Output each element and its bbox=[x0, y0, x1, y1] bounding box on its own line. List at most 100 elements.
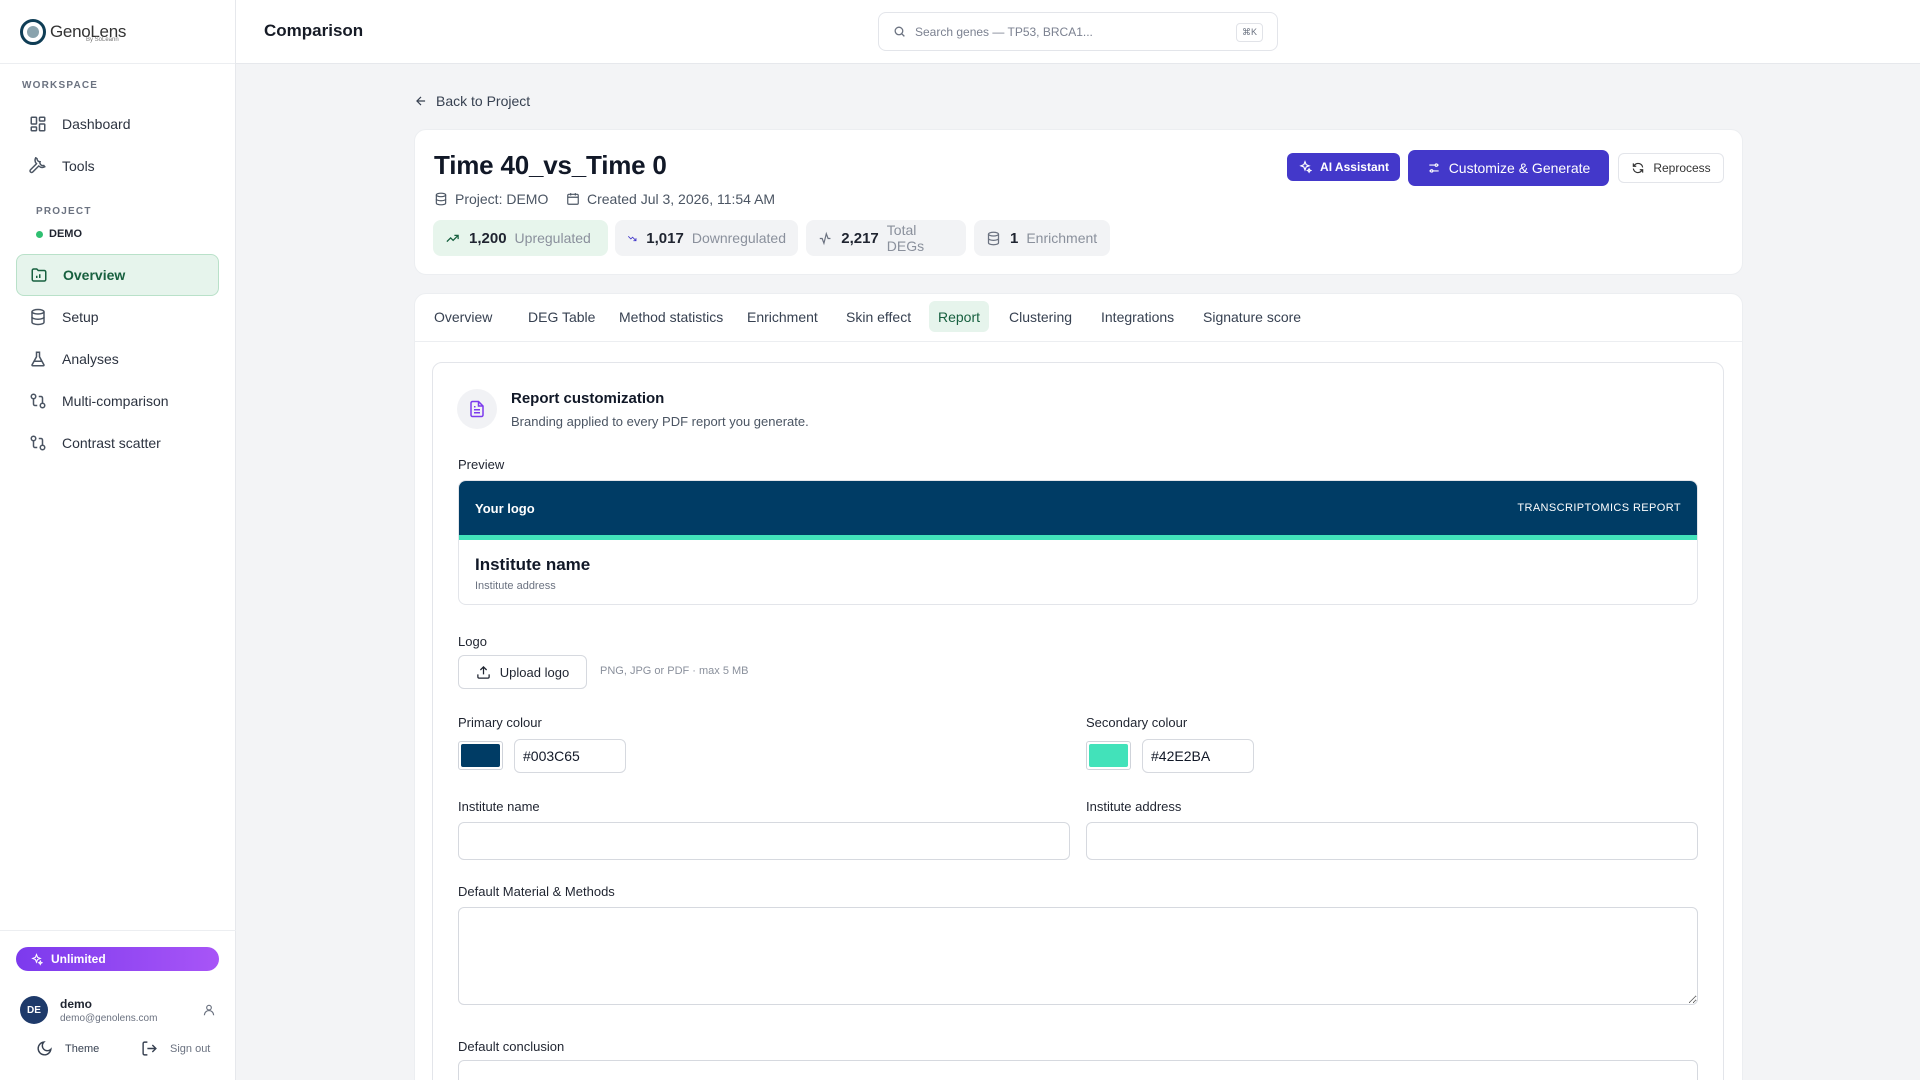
tab-enrichment[interactable]: Enrichment bbox=[738, 301, 827, 332]
sidebar-item-dashboard[interactable]: Dashboard bbox=[16, 103, 219, 145]
sidebar-item-overview[interactable]: Overview bbox=[16, 254, 219, 296]
created-meta-text: Created Jul 3, 2026, 11:54 AM bbox=[587, 191, 776, 207]
reprocess-button[interactable]: Reprocess bbox=[1618, 153, 1724, 183]
sidebar-item-tools[interactable]: Tools bbox=[16, 145, 219, 187]
activity-icon bbox=[819, 231, 831, 245]
search-input[interactable] bbox=[915, 24, 1235, 39]
conclusion-textarea[interactable] bbox=[458, 1060, 1698, 1080]
avatar: DE bbox=[20, 996, 48, 1024]
preview-institute-address: Institute address bbox=[475, 580, 556, 592]
methods-label: Default Material & Methods bbox=[458, 884, 615, 899]
stat-value: 1,017 bbox=[646, 229, 684, 247]
secondary-colour-label: Secondary colour bbox=[1086, 715, 1188, 730]
primary-colour-swatch[interactable] bbox=[458, 741, 503, 770]
comparison-tabs: Overview DEG Table Method statistics Enr… bbox=[415, 294, 1742, 342]
panel-subtitle: Branding applied to every PDF report you… bbox=[511, 414, 809, 429]
sidebar-item-setup[interactable]: Setup bbox=[16, 296, 219, 338]
back-label: Back to Project bbox=[436, 93, 531, 109]
sidebar-item-label: Tools bbox=[62, 158, 95, 174]
upload-logo-label: Upload logo bbox=[499, 664, 570, 680]
wrench-icon bbox=[29, 157, 46, 174]
project-meta-text: Project: DEMO bbox=[455, 191, 549, 207]
sidebar-item-analyses[interactable]: Analyses bbox=[16, 338, 219, 380]
secondary-colour-swatch[interactable] bbox=[1086, 741, 1131, 770]
document-icon bbox=[470, 400, 484, 418]
tab-overview[interactable]: Overview bbox=[425, 301, 501, 332]
folder-chart-icon bbox=[31, 268, 47, 282]
sidebar-item-label: Multi-comparison bbox=[62, 393, 169, 409]
preview-accent-stripe bbox=[459, 535, 1697, 540]
page-title: Comparison bbox=[264, 21, 364, 40]
user-profile[interactable]: DE demo demo@genolens.com bbox=[20, 990, 220, 1030]
conclusion-label: Default conclusion bbox=[458, 1039, 565, 1054]
sparkles-icon bbox=[1299, 160, 1313, 174]
user-icon[interactable] bbox=[202, 1003, 216, 1017]
plan-badge[interactable]: Unlimited bbox=[16, 947, 219, 971]
sidebar-item-contrast-scatter[interactable]: Contrast scatter bbox=[16, 422, 219, 464]
report-preview: Your logo TRANSCRIPTOMICS REPORT Institu… bbox=[458, 480, 1698, 605]
sidebar: GenoLens By SoLeann WORKSPACE Dashboard … bbox=[0, 0, 236, 1080]
secondary-colour-input[interactable] bbox=[1142, 739, 1254, 773]
gene-search[interactable]: ⌘K bbox=[878, 12, 1278, 51]
tab-clustering[interactable]: Clustering bbox=[1000, 301, 1081, 332]
stat-value: 1,200 bbox=[469, 229, 507, 247]
user-email: demo@genolens.com bbox=[60, 1012, 158, 1024]
tab-method-statistics[interactable]: Method statistics bbox=[610, 301, 732, 332]
stat-total-degs: 2,217 Total DEGs bbox=[806, 220, 966, 256]
stat-value: 1 bbox=[1010, 229, 1019, 247]
tab-signature-score[interactable]: Signature score bbox=[1194, 301, 1310, 332]
customize-generate-label: Customize & Generate bbox=[1448, 160, 1591, 176]
trending-up-icon bbox=[446, 234, 459, 242]
preview-label: Preview bbox=[458, 457, 505, 472]
stat-downregulated: 1,017 Downregulated bbox=[615, 220, 798, 256]
reprocess-label: Reprocess bbox=[1653, 161, 1711, 175]
stat-value: 2,217 bbox=[841, 229, 879, 247]
sidebar-item-label: Analyses bbox=[62, 351, 119, 367]
institute-address-input[interactable] bbox=[1086, 822, 1698, 860]
theme-label: Theme bbox=[65, 1042, 100, 1055]
tab-integrations[interactable]: Integrations bbox=[1092, 301, 1183, 332]
genolens-logo-icon bbox=[20, 18, 46, 45]
trending-down-icon bbox=[627, 235, 637, 241]
tab-deg-table[interactable]: DEG Table bbox=[519, 301, 604, 332]
project-label: PROJECT bbox=[36, 206, 92, 217]
stat-label: Downregulated bbox=[691, 230, 786, 246]
customize-generate-button[interactable]: Customize & Generate bbox=[1408, 150, 1609, 186]
report-customization-panel: Report customization Branding applied to… bbox=[432, 362, 1724, 1080]
preview-logo-text: Your logo bbox=[475, 500, 535, 516]
brand-sub: By SoLeann bbox=[86, 37, 119, 43]
tab-report[interactable]: Report bbox=[929, 301, 990, 332]
institute-address-label: Institute address bbox=[1086, 799, 1182, 814]
tab-skin-effect[interactable]: Skin effect bbox=[837, 301, 920, 332]
theme-button[interactable]: Theme bbox=[36, 1040, 99, 1057]
search-shortcut: ⌘K bbox=[1235, 23, 1263, 42]
upload-logo-button[interactable]: Upload logo bbox=[458, 655, 587, 689]
brand-logo[interactable]: GenoLens By SoLeann bbox=[0, 0, 235, 64]
back-to-project-link[interactable]: Back to Project bbox=[414, 93, 530, 109]
sidebar-item-label: Overview bbox=[63, 267, 126, 283]
preview-header: Your logo TRANSCRIPTOMICS REPORT bbox=[459, 481, 1697, 535]
sidebar-item-multi-comparison[interactable]: Multi-comparison bbox=[16, 380, 219, 422]
institute-name-input[interactable] bbox=[458, 822, 1070, 860]
top-bar: Comparison ⌘K bbox=[236, 0, 1920, 64]
project-name[interactable]: DEMO bbox=[36, 228, 82, 240]
primary-colour-input[interactable] bbox=[514, 739, 626, 773]
preview-report-type: TRANSCRIPTOMICS REPORT bbox=[1517, 502, 1681, 514]
upload-icon bbox=[477, 665, 490, 679]
plan-label: Unlimited bbox=[51, 952, 106, 966]
flask-icon bbox=[31, 351, 45, 367]
sidebar-item-label: Setup bbox=[62, 309, 99, 325]
stat-label: Upregulated bbox=[514, 230, 591, 246]
sign-out-button[interactable]: Sign out bbox=[141, 1040, 210, 1057]
sliders-icon bbox=[1429, 163, 1439, 173]
ai-assistant-button[interactable]: AI Assistant bbox=[1287, 153, 1400, 181]
database-icon bbox=[987, 231, 1000, 245]
stat-upregulated: 1,200 Upregulated bbox=[433, 220, 608, 256]
project-status-dot bbox=[36, 230, 43, 238]
primary-colour-label: Primary colour bbox=[458, 715, 542, 730]
project-meta: Project: DEMO bbox=[434, 191, 548, 207]
methods-textarea[interactable] bbox=[458, 907, 1698, 1005]
sidebar-item-label: Contrast scatter bbox=[62, 435, 161, 451]
stat-enrichment: 1 Enrichment bbox=[974, 220, 1110, 256]
calendar-icon bbox=[567, 193, 579, 205]
